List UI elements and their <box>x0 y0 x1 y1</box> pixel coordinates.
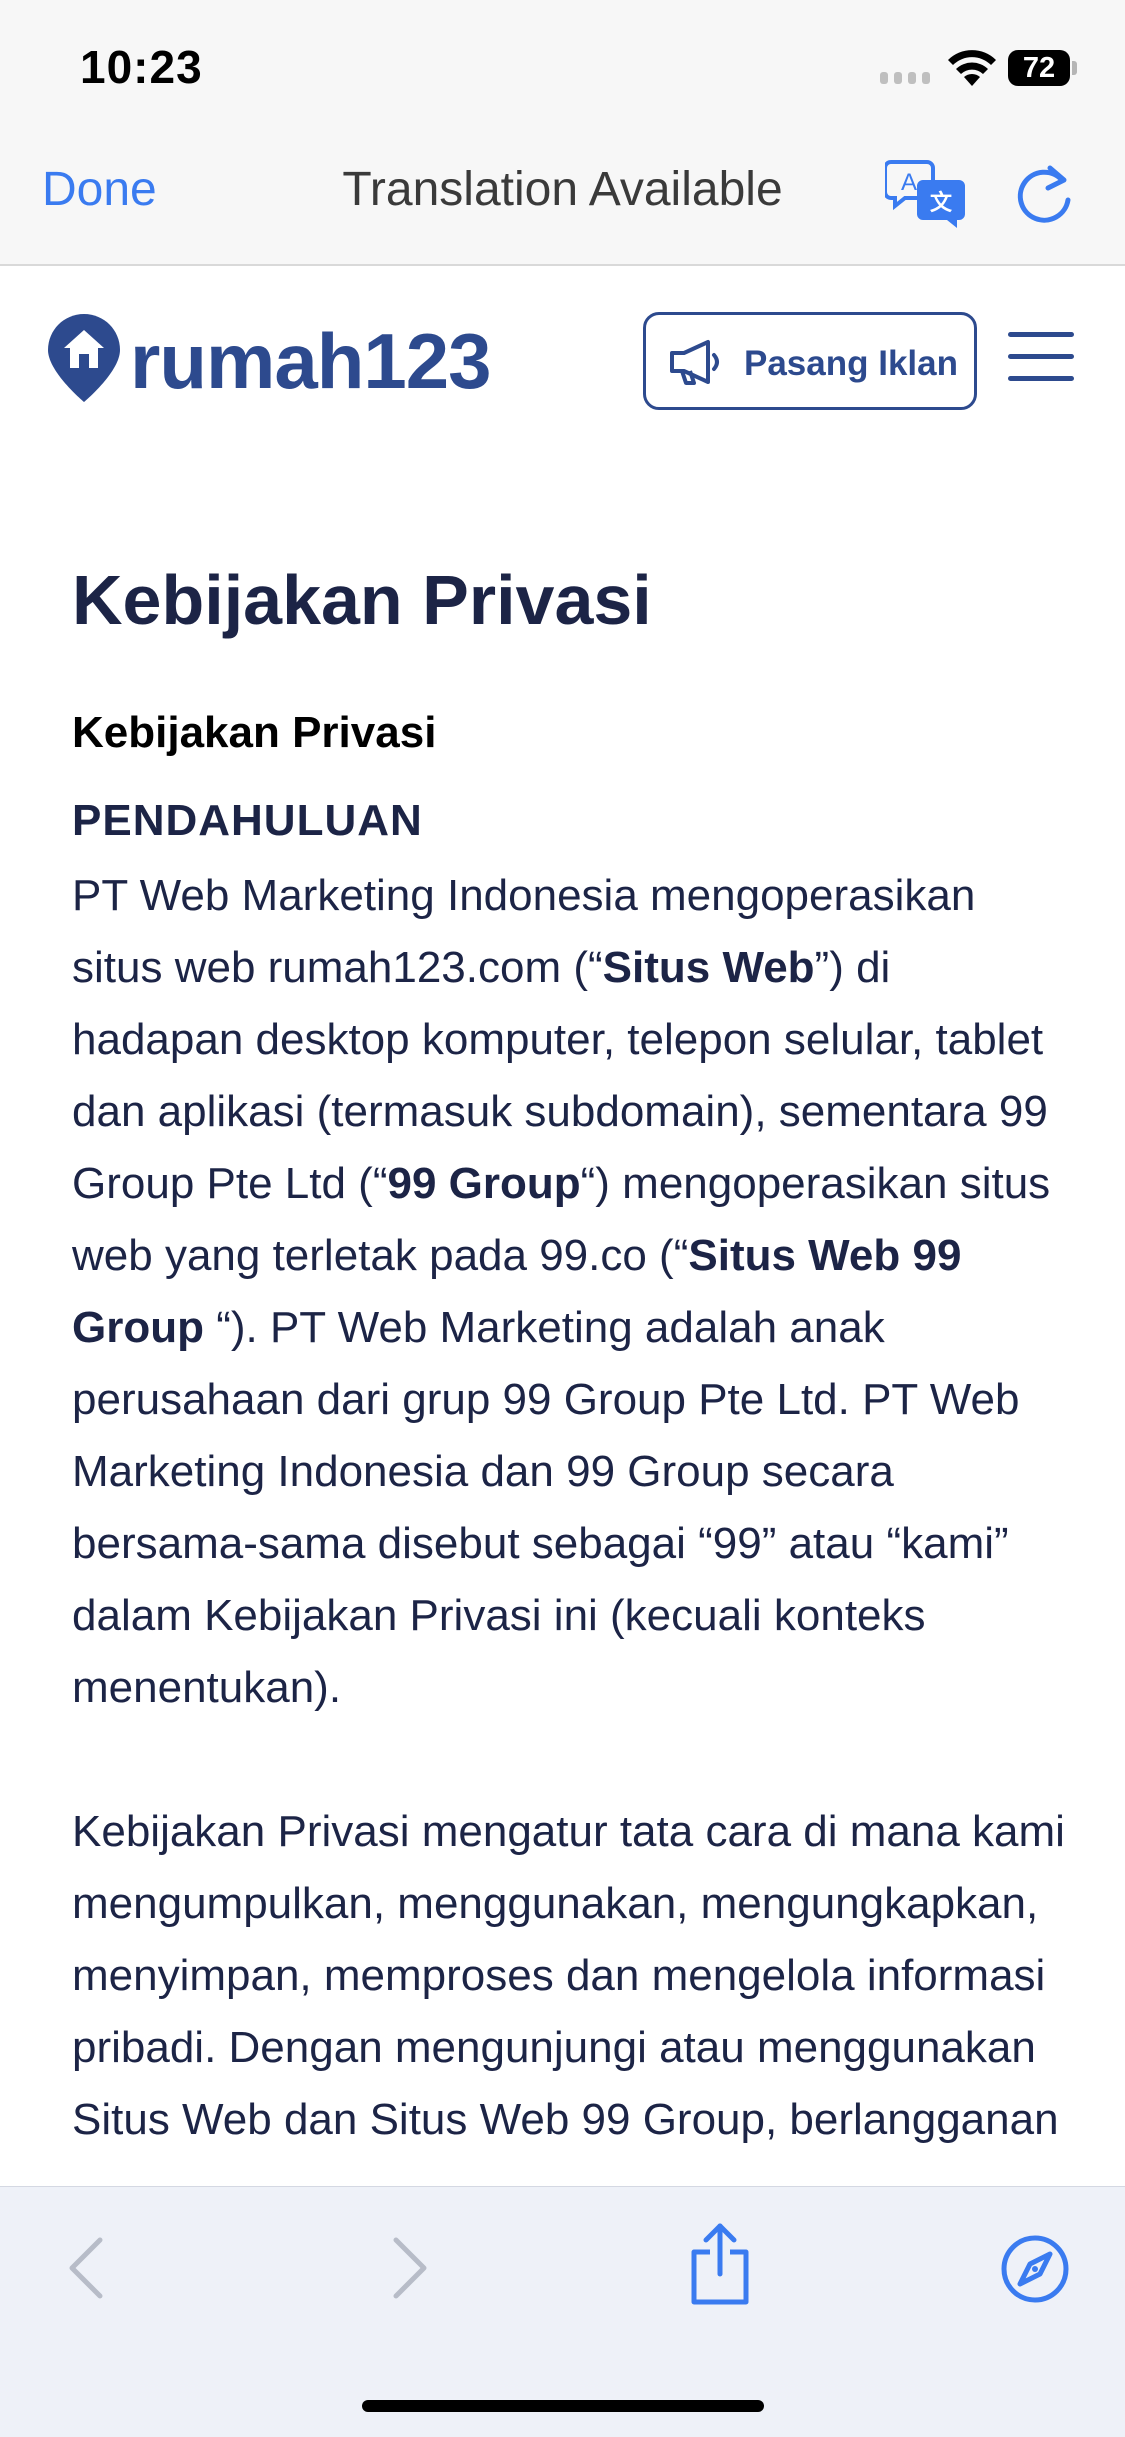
battery-icon: 72 <box>1008 50 1078 86</box>
svg-text:A: A <box>901 169 917 196</box>
translate-icon[interactable]: A 文 <box>885 158 967 230</box>
forward-icon[interactable] <box>390 2236 430 2300</box>
page-title: Kebijakan Privasi <box>72 561 652 639</box>
cellular-signal-icon <box>880 72 934 84</box>
section-subtitle: Kebijakan Privasi <box>72 708 437 757</box>
wifi-icon <box>948 50 996 86</box>
home-indicator[interactable] <box>362 2400 764 2412</box>
battery-level: 72 <box>1022 52 1056 84</box>
svg-text:文: 文 <box>930 190 953 215</box>
site-logo[interactable]: rumah123 <box>42 308 512 406</box>
compass-icon[interactable] <box>1000 2234 1070 2304</box>
translation-title: Translation Available <box>342 163 783 216</box>
policy-paragraph: Kebijakan Privasi mengatur tata cara di … <box>72 1807 1065 2144</box>
done-button[interactable]: Done <box>42 162 157 217</box>
brand-name: rumah123 <box>130 317 492 405</box>
status-time: 10:23 <box>80 41 203 93</box>
post-ad-button[interactable]: Pasang Iklan <box>643 312 977 410</box>
home-pin-icon <box>48 314 120 402</box>
section-heading: PENDAHULUAN <box>72 796 423 845</box>
post-ad-label: Pasang Iklan <box>744 344 958 383</box>
menu-icon[interactable] <box>1008 332 1074 382</box>
status-bar: 10:23 72 <box>0 0 1125 130</box>
share-icon[interactable] <box>688 2222 752 2306</box>
megaphone-icon <box>670 340 719 385</box>
back-icon[interactable] <box>66 2236 106 2300</box>
translation-bar: Done Translation Available A 文 <box>0 130 1125 266</box>
reload-icon[interactable] <box>1014 162 1076 226</box>
intro-paragraph: PT Web Marketing Indonesia mengoperasika… <box>72 871 1051 1712</box>
